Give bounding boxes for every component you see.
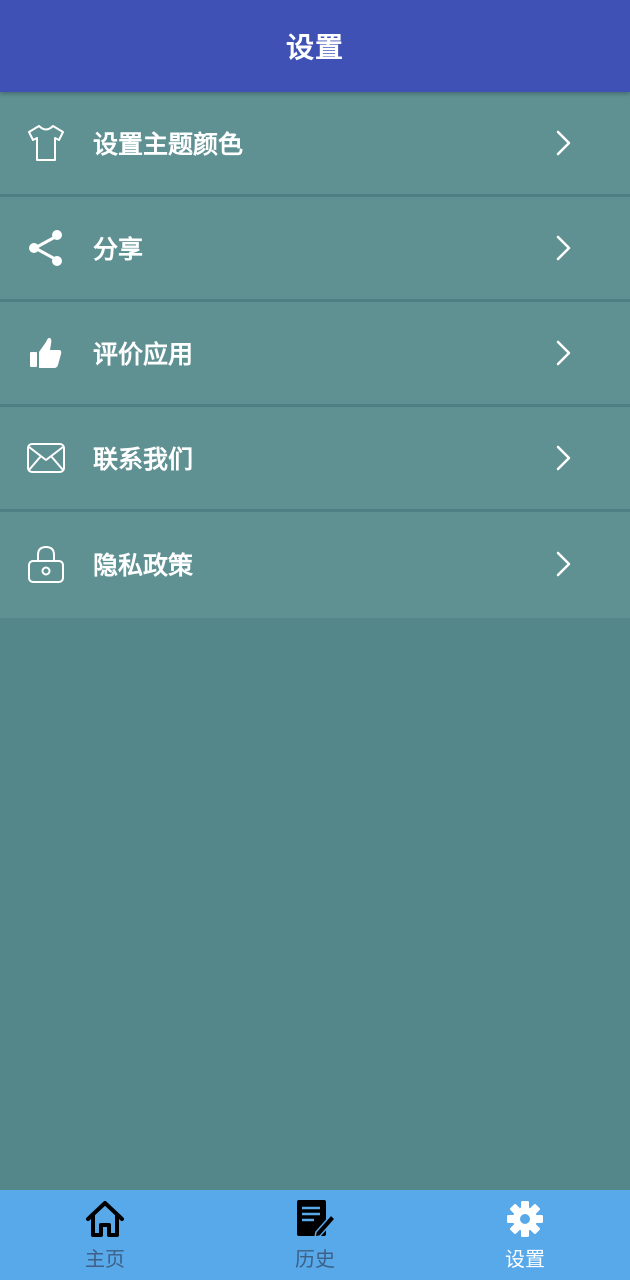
page-title: 设置 (285, 31, 344, 64)
menu-item-theme-color[interactable]: 设置主题颜色 (0, 92, 630, 197)
chevron-right-icon (552, 338, 574, 368)
menu-item-share[interactable]: 分享 (0, 197, 630, 302)
bottom-navigation: 主页 历史 设置 (0, 1190, 630, 1280)
menu-item-label: 评价应用 (93, 340, 194, 369)
app-header: 设置 (0, 0, 630, 92)
nav-item-history[interactable]: 历史 (210, 1190, 420, 1280)
lock-icon (26, 544, 66, 584)
tshirt-icon (26, 123, 66, 163)
chevron-right-icon (552, 549, 574, 579)
nav-item-settings[interactable]: 设置 (420, 1190, 630, 1280)
menu-item-label: 联系我们 (93, 445, 194, 474)
menu-item-label: 隐私政策 (93, 551, 194, 580)
menu-item-label: 设置主题颜色 (93, 130, 244, 159)
chevron-right-icon (552, 233, 574, 263)
menu-item-label: 分享 (93, 235, 144, 264)
nav-item-home[interactable]: 主页 (0, 1190, 210, 1280)
chevron-right-icon (552, 128, 574, 158)
nav-item-label: 设置 (505, 1247, 545, 1271)
chevron-right-icon (552, 443, 574, 473)
gear-icon (504, 1198, 546, 1240)
nav-item-label: 历史 (295, 1247, 335, 1271)
menu-item-rate-app[interactable]: 评价应用 (0, 302, 630, 407)
share-icon (26, 228, 66, 268)
envelope-icon (26, 438, 66, 478)
settings-menu: 设置主题颜色 分享 评价应用 联系我们 隐私政策 (0, 92, 630, 618)
nav-item-label: 主页 (85, 1247, 125, 1271)
menu-item-privacy-policy[interactable]: 隐私政策 (0, 512, 630, 616)
home-icon (84, 1198, 126, 1240)
menu-item-contact-us[interactable]: 联系我们 (0, 407, 630, 512)
history-edit-icon (294, 1198, 337, 1240)
thumbs-up-icon (26, 333, 66, 373)
